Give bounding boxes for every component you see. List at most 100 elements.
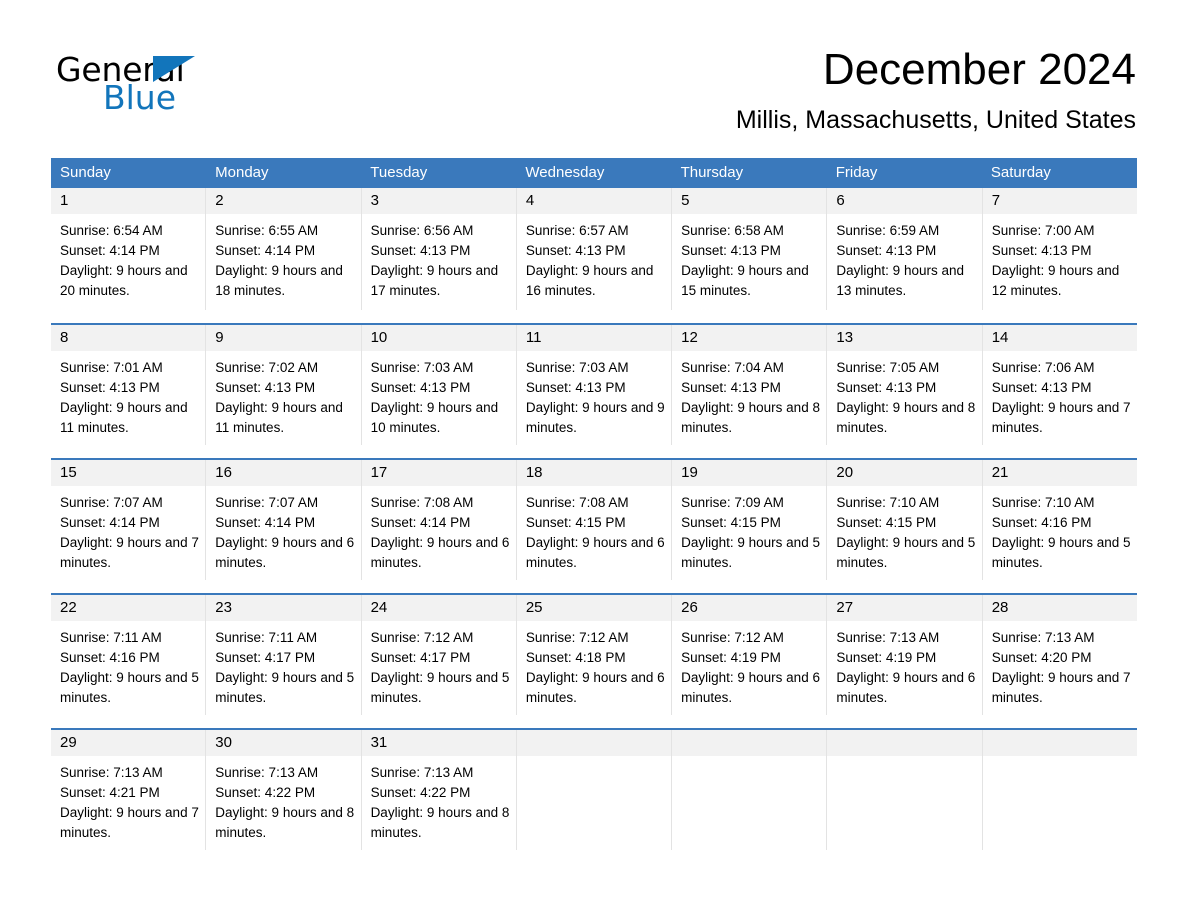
sunrise-text: Sunrise: 7:05 AM [836,360,940,375]
day-number: 11 [516,325,672,351]
day-cell[interactable]: 1 Sunrise: 6:54 AM Sunset: 4:14 PM Dayli… [51,188,207,310]
day-cell[interactable]: 4 Sunrise: 6:57 AM Sunset: 4:13 PM Dayli… [516,188,673,310]
sunset-text: Sunset: 4:13 PM [681,243,781,258]
sunset-text: Sunset: 4:13 PM [836,243,937,258]
day-cell[interactable]: 7 Sunrise: 7:00 AM Sunset: 4:13 PM Dayli… [982,188,1137,310]
day-cell[interactable]: 12 Sunrise: 7:04 AM Sunset: 4:13 PM Dayl… [672,325,828,445]
day-info: Sunrise: 7:13 AM Sunset: 4:22 PM Dayligh… [206,756,360,843]
sunrise-text: Sunrise: 7:11 AM [215,630,318,645]
day-info: Sunrise: 7:08 AM Sunset: 4:14 PM Dayligh… [362,486,516,573]
day-cell[interactable]: 15 Sunrise: 7:07 AM Sunset: 4:14 PM Dayl… [51,460,207,580]
page-title: December 2024 [822,45,1136,94]
day-number: 14 [982,325,1137,351]
day-number: 16 [206,460,361,486]
sunset-text: Sunset: 4:14 PM [60,243,160,258]
daylight-text: Daylight: 9 hours and 5 minutes. [836,535,976,570]
day-info: Sunrise: 7:01 AM Sunset: 4:13 PM Dayligh… [51,351,205,438]
daylight-text: Daylight: 9 hours and 13 minutes. [836,263,964,298]
day-cell[interactable]: 24 Sunrise: 7:12 AM Sunset: 4:17 PM Dayl… [361,595,517,715]
sunrise-text: Sunrise: 7:13 AM [370,765,474,780]
sunrise-text: Sunrise: 7:12 AM [370,630,474,645]
sunset-text: Sunset: 4:15 PM [681,515,781,530]
week-row: 22 Sunrise: 7:11 AM Sunset: 4:16 PM Dayl… [51,593,1137,715]
day-info: Sunrise: 7:13 AM Sunset: 4:20 PM Dayligh… [983,621,1137,708]
sunrise-text: Sunrise: 6:57 AM [525,223,629,238]
day-cell[interactable]: 18 Sunrise: 7:08 AM Sunset: 4:15 PM Dayl… [516,460,673,580]
day-cell[interactable]: 5 Sunrise: 6:58 AM Sunset: 4:13 PM Dayli… [672,188,828,310]
sunset-text: Sunset: 4:13 PM [681,380,781,395]
daylight-text: Daylight: 9 hours and 5 minutes. [991,535,1131,570]
sunrise-text: Sunrise: 6:55 AM [215,223,319,238]
day-cell[interactable]: 26 Sunrise: 7:12 AM Sunset: 4:19 PM Dayl… [672,595,828,715]
sunrise-text: Sunrise: 7:11 AM [60,630,162,645]
daylight-text: Daylight: 9 hours and 18 minutes. [215,263,343,298]
day-cell[interactable]: 2 Sunrise: 6:55 AM Sunset: 4:14 PM Dayli… [206,188,362,310]
day-info: Sunrise: 6:58 AM Sunset: 4:13 PM Dayligh… [672,214,826,301]
daylight-text: Daylight: 9 hours and 7 minutes. [991,670,1131,705]
day-number [516,730,672,756]
day-info: Sunrise: 6:56 AM Sunset: 4:13 PM Dayligh… [362,214,516,301]
day-cell[interactable]: 27 Sunrise: 7:13 AM Sunset: 4:19 PM Dayl… [827,595,983,715]
day-info: Sunrise: 6:55 AM Sunset: 4:14 PM Dayligh… [206,214,360,301]
sunrise-text: Sunrise: 7:07 AM [215,495,319,510]
sunset-text: Sunset: 4:14 PM [370,515,471,530]
day-number: 3 [361,188,516,214]
day-number: 17 [361,460,516,486]
day-number: 4 [516,188,672,214]
day-cell[interactable]: 6 Sunrise: 6:59 AM Sunset: 4:13 PM Dayli… [827,188,983,310]
day-cell[interactable]: 3 Sunrise: 6:56 AM Sunset: 4:13 PM Dayli… [361,188,517,310]
day-number: 29 [51,730,206,756]
day-cell-empty [516,730,673,850]
day-cell[interactable]: 23 Sunrise: 7:11 AM Sunset: 4:17 PM Dayl… [206,595,362,715]
logo-text-blue: Blue [103,78,177,117]
daylight-text: Daylight: 9 hours and 8 minutes. [215,805,355,840]
day-number: 22 [51,595,206,621]
day-cell[interactable]: 11 Sunrise: 7:03 AM Sunset: 4:13 PM Dayl… [516,325,673,445]
daylight-text: Daylight: 9 hours and 16 minutes. [525,263,654,298]
calendar-grid: Sunday Monday Tuesday Wednesday Thursday… [51,158,1137,850]
sunrise-text: Sunrise: 6:58 AM [681,223,784,238]
day-number: 31 [361,730,516,756]
day-cell[interactable]: 9 Sunrise: 7:02 AM Sunset: 4:13 PM Dayli… [206,325,362,445]
day-number: 26 [672,595,827,621]
day-info: Sunrise: 7:09 AM Sunset: 4:15 PM Dayligh… [672,486,826,573]
day-cell[interactable]: 22 Sunrise: 7:11 AM Sunset: 4:16 PM Dayl… [51,595,207,715]
day-cell[interactable]: 8 Sunrise: 7:01 AM Sunset: 4:13 PM Dayli… [51,325,207,445]
daylight-text: Daylight: 9 hours and 17 minutes. [370,263,499,298]
day-cell[interactable]: 31 Sunrise: 7:13 AM Sunset: 4:22 PM Dayl… [361,730,517,850]
day-number: 23 [206,595,361,621]
daylight-text: Daylight: 9 hours and 11 minutes. [60,400,188,435]
day-cell[interactable]: 20 Sunrise: 7:10 AM Sunset: 4:15 PM Dayl… [827,460,983,580]
sunrise-text: Sunrise: 7:01 AM [60,360,163,375]
day-info: Sunrise: 6:54 AM Sunset: 4:14 PM Dayligh… [51,214,205,301]
week-row: 8 Sunrise: 7:01 AM Sunset: 4:13 PM Dayli… [51,323,1137,445]
general-blue-logo: General Blue [56,52,276,117]
day-cell[interactable]: 19 Sunrise: 7:09 AM Sunset: 4:15 PM Dayl… [672,460,828,580]
sunrise-text: Sunrise: 7:12 AM [525,630,629,645]
day-cell[interactable]: 17 Sunrise: 7:08 AM Sunset: 4:14 PM Dayl… [361,460,517,580]
sunset-text: Sunset: 4:14 PM [60,515,160,530]
day-cell[interactable]: 13 Sunrise: 7:05 AM Sunset: 4:13 PM Dayl… [827,325,983,445]
day-cell[interactable]: 29 Sunrise: 7:13 AM Sunset: 4:21 PM Dayl… [51,730,207,850]
sunset-text: Sunset: 4:13 PM [370,243,471,258]
daylight-text: Daylight: 9 hours and 5 minutes. [681,535,820,570]
sunset-text: Sunset: 4:16 PM [991,515,1092,530]
sunset-text: Sunset: 4:19 PM [681,650,781,665]
sunrise-text: Sunrise: 7:13 AM [991,630,1095,645]
sunset-text: Sunset: 4:21 PM [60,785,160,800]
sunset-text: Sunset: 4:17 PM [370,650,471,665]
sunrise-text: Sunrise: 6:59 AM [836,223,940,238]
day-cell[interactable]: 30 Sunrise: 7:13 AM Sunset: 4:22 PM Dayl… [206,730,362,850]
day-cell[interactable]: 10 Sunrise: 7:03 AM Sunset: 4:13 PM Dayl… [361,325,517,445]
day-cell[interactable]: 25 Sunrise: 7:12 AM Sunset: 4:18 PM Dayl… [516,595,673,715]
day-info: Sunrise: 7:13 AM Sunset: 4:21 PM Dayligh… [51,756,205,843]
page-header: General Blue December 2024 Millis, Massa… [0,0,1188,134]
sunset-text: Sunset: 4:20 PM [991,650,1092,665]
day-cell[interactable]: 14 Sunrise: 7:06 AM Sunset: 4:13 PM Dayl… [982,325,1137,445]
day-cell[interactable]: 21 Sunrise: 7:10 AM Sunset: 4:16 PM Dayl… [982,460,1137,580]
day-cell[interactable]: 28 Sunrise: 7:13 AM Sunset: 4:20 PM Dayl… [982,595,1137,715]
day-cell[interactable]: 16 Sunrise: 7:07 AM Sunset: 4:14 PM Dayl… [206,460,362,580]
day-info: Sunrise: 7:02 AM Sunset: 4:13 PM Dayligh… [206,351,360,438]
sunset-text: Sunset: 4:13 PM [215,380,316,395]
daylight-text: Daylight: 9 hours and 6 minutes. [215,535,355,570]
